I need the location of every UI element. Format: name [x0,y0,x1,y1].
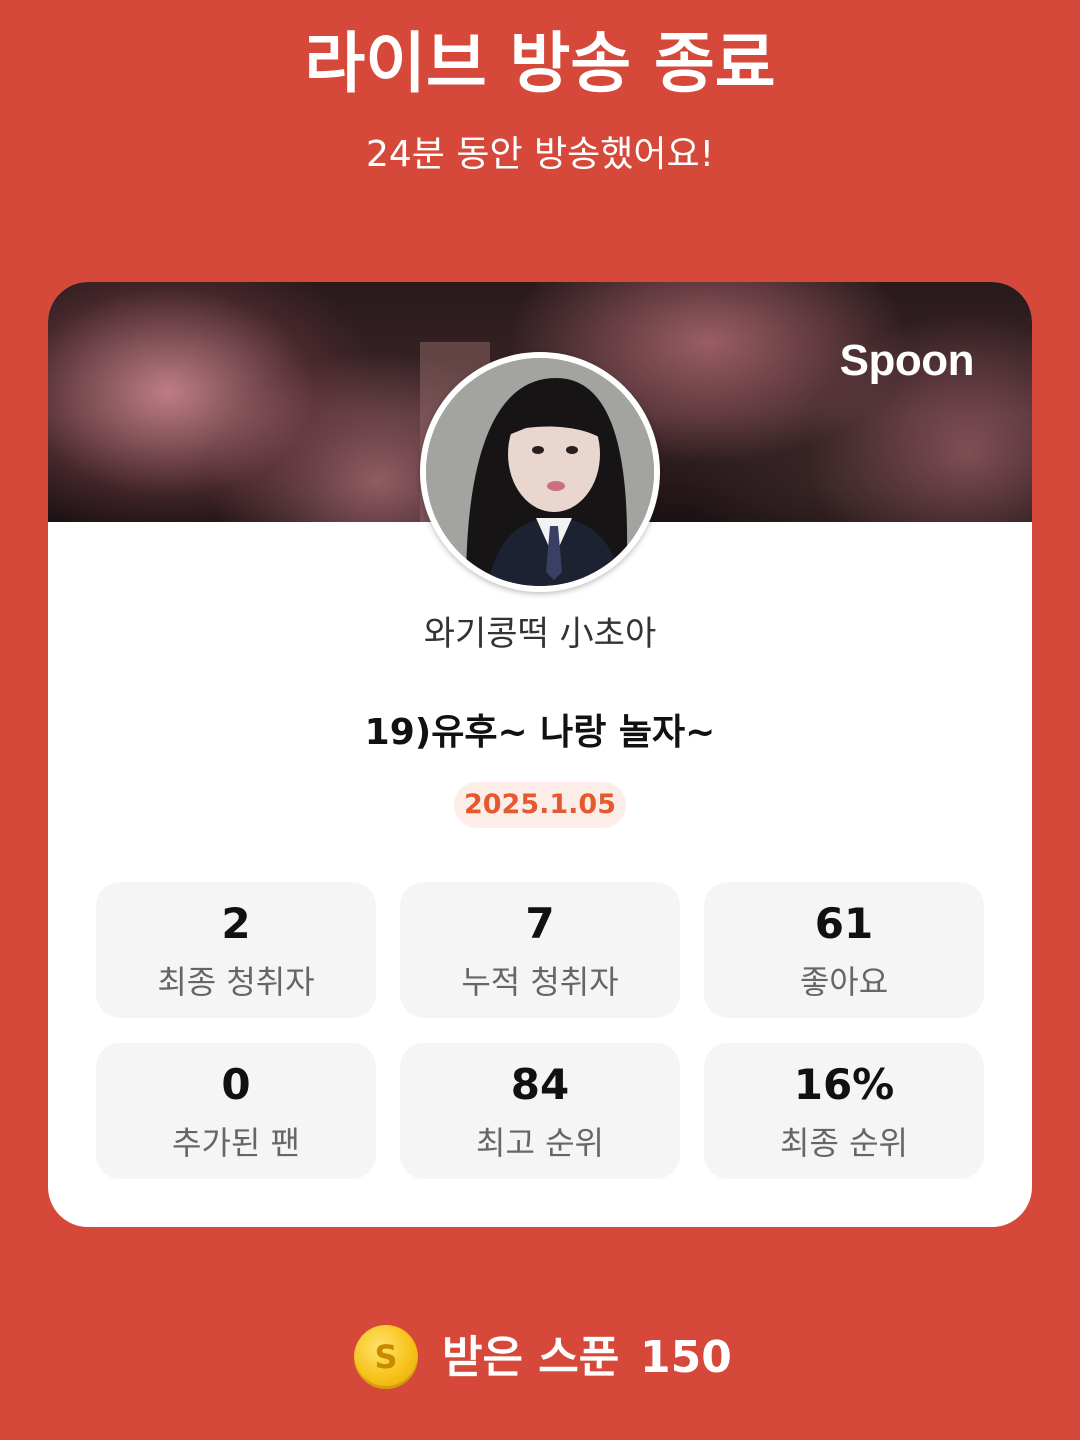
stat-label: 최종 청취자 [157,963,315,1001]
streamer-name: 와기콩떡 小초아 [423,614,657,654]
spoon-logo: Spoon [839,336,975,385]
stat-likes: 61 좋아요 [704,882,984,1018]
spoon-coin-icon: S [354,1325,418,1389]
avatar-portrait-image [426,358,654,586]
stat-best-rank: 84 최고 순위 [400,1043,680,1179]
stat-label: 추가된 팬 [172,1124,300,1162]
stat-final-rank: 16% 최종 순위 [704,1043,984,1179]
date-badge: 2025.1.05 [454,782,626,828]
stat-label: 최종 순위 [780,1124,908,1162]
broadcast-duration-text: 24분 동안 방송했어요! [365,134,715,175]
avatar[interactable] [420,352,660,592]
stat-label: 최고 순위 [476,1124,604,1162]
received-spoons-value: 150 [640,1332,732,1383]
received-spoons-label: 받은 스푼 [442,1332,620,1383]
stream-title: 19)유후~ 나랑 놀자~ [364,712,716,753]
stat-label: 누적 청취자 [461,963,619,1001]
stat-new-fans: 0 추가된 팬 [96,1043,376,1179]
stat-label: 좋아요 [799,963,889,1001]
stat-value: 16% [793,1060,895,1109]
stat-value: 0 [221,1060,251,1109]
coin-letter: S [374,1338,398,1376]
stat-value: 61 [814,899,874,948]
stat-value: 84 [510,1060,570,1109]
stat-total-listeners: 7 누적 청취자 [400,882,680,1018]
stat-value: 7 [525,899,555,948]
stat-value: 2 [221,899,251,948]
avatar-photo [426,358,654,586]
stat-final-listeners: 2 최종 청취자 [96,882,376,1018]
page-title: 라이브 방송 종료 [304,25,776,102]
broadcast-summary-card: Spoon 와기콩떡 小초아 19)유후~ 나랑 놀자~ 2025.1.05 2… [48,282,1032,1227]
received-spoons-row: S 받은 스푼 150 [0,1322,1080,1392]
